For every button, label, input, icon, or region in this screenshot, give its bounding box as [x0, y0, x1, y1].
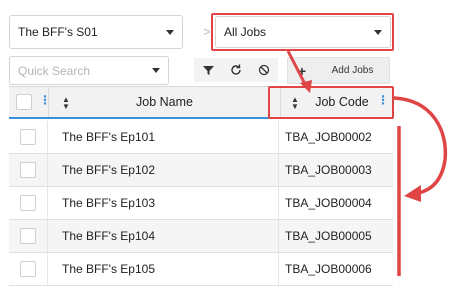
- annotation-overlay: [286, 50, 448, 276]
- annotation-curved-arrow: [393, 96, 448, 202]
- annotation-arrow-down: [286, 50, 312, 93]
